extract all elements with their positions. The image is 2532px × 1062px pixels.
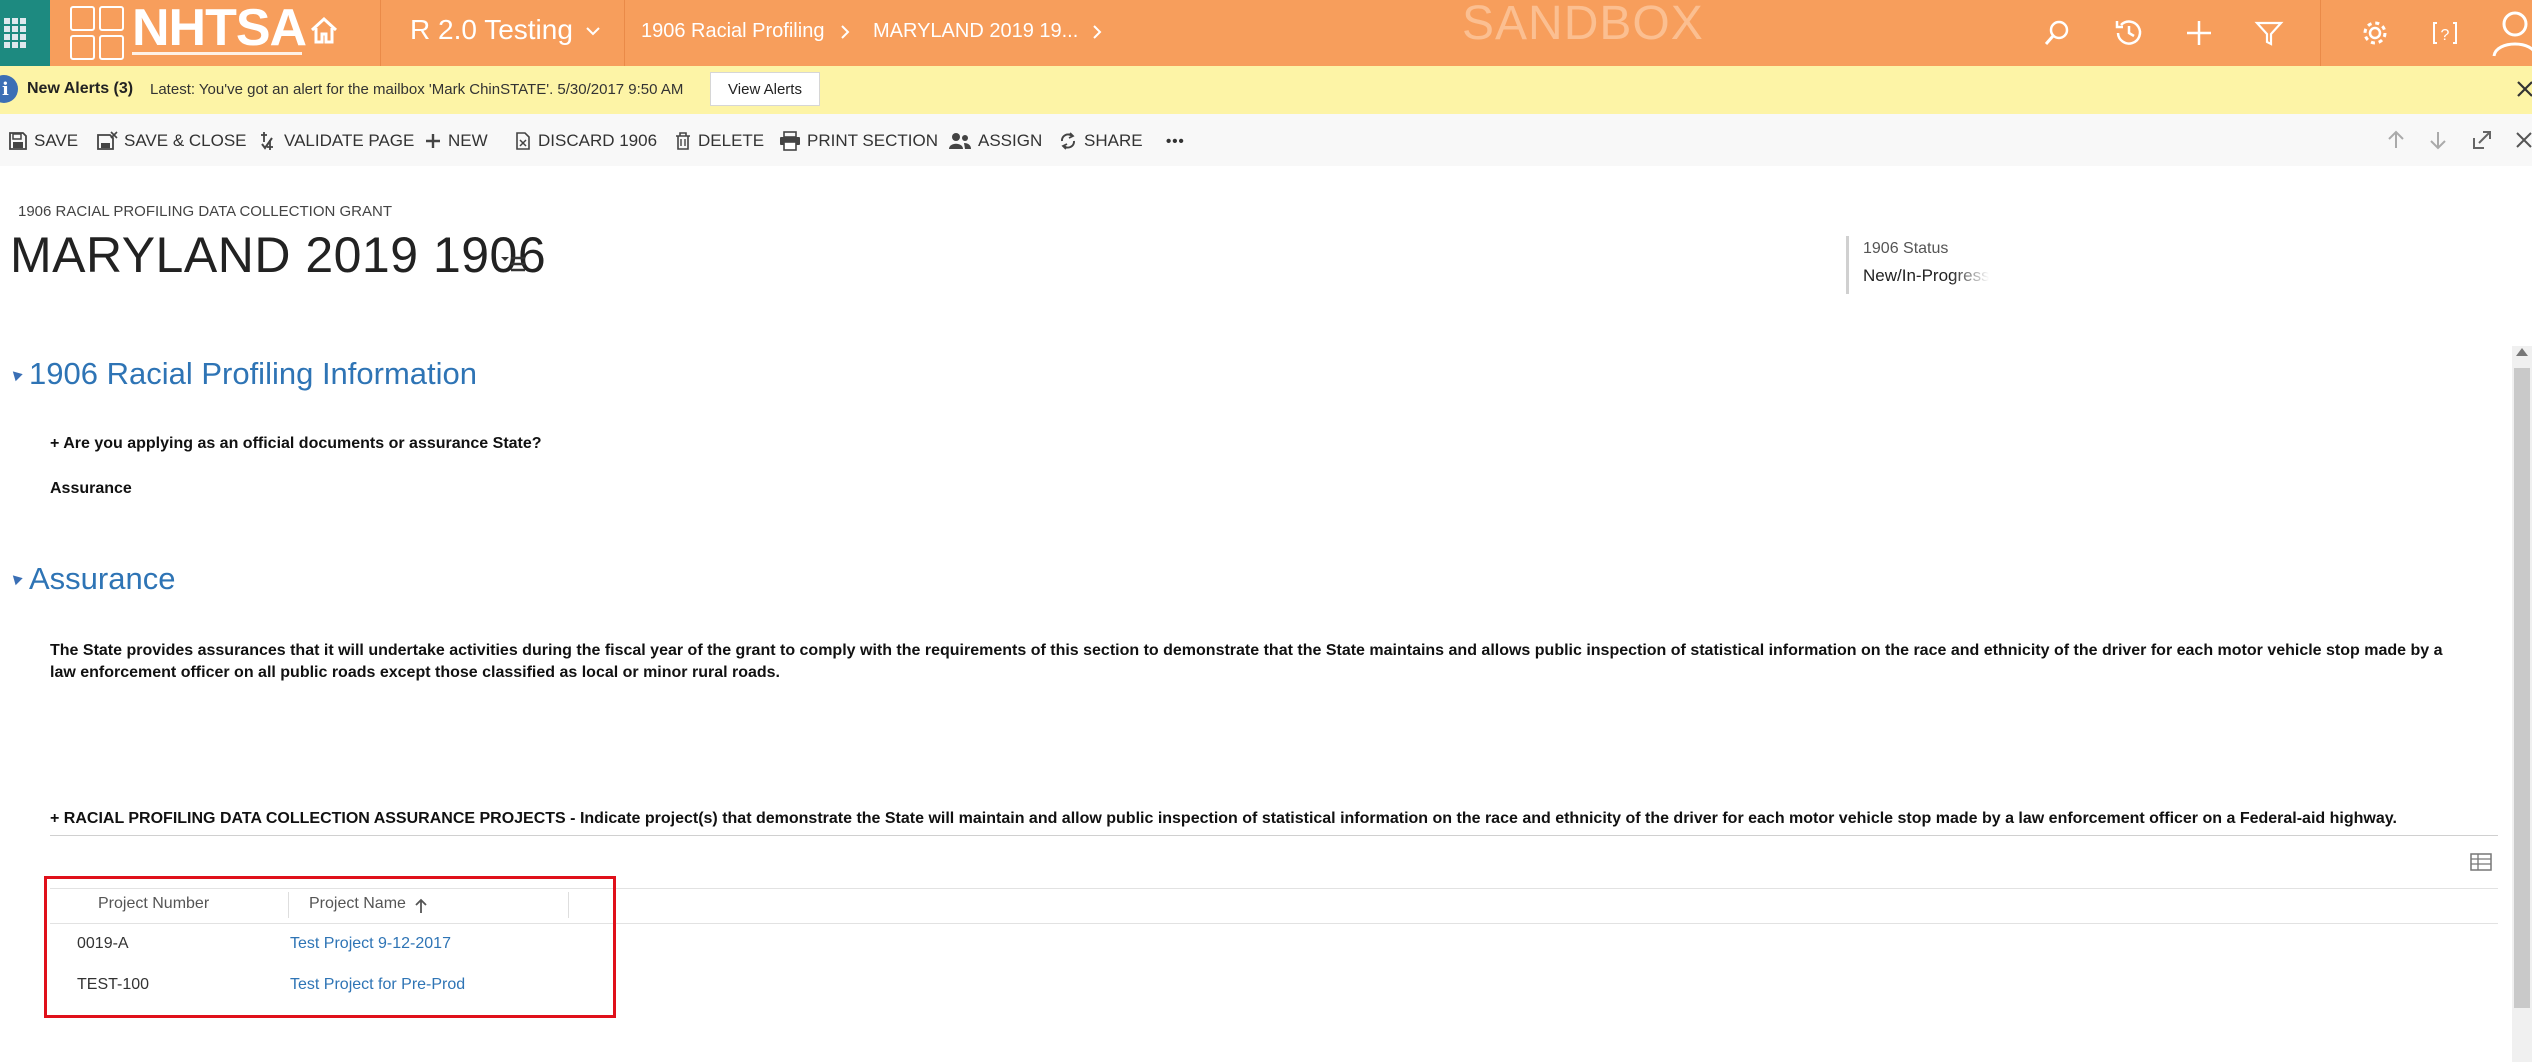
- close-icon[interactable]: [2512, 76, 2532, 102]
- discard-button[interactable]: DISCARD 1906: [514, 128, 657, 154]
- scrollbar-thumb[interactable]: [2514, 368, 2530, 1008]
- chevron-down-icon[interactable]: [584, 22, 602, 40]
- alert-title: New Alerts (3): [27, 80, 134, 97]
- share-label: SHARE: [1084, 131, 1143, 150]
- assign-label: ASSIGN: [978, 131, 1043, 150]
- assign-button[interactable]: ASSIGN: [948, 128, 1042, 154]
- share-button[interactable]: SHARE: [1058, 128, 1143, 154]
- environment-watermark: SANDBOX: [1462, 0, 1704, 50]
- search-icon[interactable]: [2040, 16, 2074, 50]
- nhtsa-logo[interactable]: NHTSA: [68, 2, 307, 62]
- delete-button[interactable]: DELETE: [674, 128, 764, 154]
- gear-icon[interactable]: [2358, 16, 2392, 50]
- share-icon: [1061, 132, 1075, 150]
- section-title-racial-profiling: 1906 Racial Profiling Information: [29, 356, 478, 391]
- grid-divider: [50, 835, 2498, 836]
- app-name[interactable]: R 2.0 Testing: [410, 14, 573, 46]
- save-close-label: SAVE & CLOSE: [124, 131, 247, 150]
- help-icon[interactable]: ?: [2428, 16, 2462, 50]
- nav-divider: [380, 0, 381, 66]
- svg-text:?: ?: [2441, 27, 2450, 44]
- user-avatar-icon[interactable]: [2490, 4, 2532, 60]
- section-collapse-icon[interactable]: [9, 367, 23, 382]
- logo-text: NHTSA: [132, 0, 307, 57]
- chevron-right-icon: [841, 25, 850, 39]
- trash-icon: [676, 132, 690, 150]
- question-answer[interactable]: Assurance: [50, 480, 132, 498]
- chevron-right-icon[interactable]: [1090, 22, 1104, 42]
- page-title: MARYLAND 2019 1906: [10, 227, 547, 283]
- history-icon[interactable]: [2112, 16, 2146, 50]
- logo-tagline-bar: [132, 52, 302, 55]
- delete-label: DELETE: [698, 131, 765, 150]
- close-icon[interactable]: [2512, 128, 2532, 152]
- validate-page-button[interactable]: VALIDATE PAGE: [258, 128, 414, 154]
- info-icon: i: [0, 75, 18, 103]
- entity-type-label: 1906 RACIAL PROFILING DATA COLLECTION GR…: [18, 203, 392, 220]
- save-close-icon: [97, 131, 118, 150]
- save-label: SAVE: [34, 131, 79, 150]
- view-alerts-button[interactable]: View Alerts: [710, 72, 820, 106]
- more-commands-button[interactable]: •••: [1166, 128, 1185, 154]
- arrow-up-icon[interactable]: [2384, 128, 2408, 152]
- home-icon[interactable]: [308, 14, 340, 46]
- command-bar: SAVE SAVE & CLOSE VALIDATE PAGE NEW DISC…: [0, 114, 2532, 166]
- validate-icon: [261, 132, 273, 150]
- save-button[interactable]: SAVE: [8, 128, 78, 154]
- projects-grid-label: + RACIAL PROFILING DATA COLLECTION ASSUR…: [50, 810, 2397, 827]
- scroll-up-arrow-icon[interactable]: [2516, 348, 2528, 356]
- nav-divider: [624, 0, 625, 66]
- new-button[interactable]: NEW: [424, 128, 488, 154]
- filter-icon[interactable]: [2252, 16, 2286, 50]
- app-launcher-icon: [4, 18, 26, 48]
- new-label: NEW: [448, 131, 488, 150]
- discard-label: DISCARD 1906: [538, 131, 658, 150]
- app-launcher-button[interactable]: [0, 0, 50, 66]
- status-label: 1906 Status: [1863, 240, 1949, 257]
- plus-icon[interactable]: [2182, 16, 2216, 50]
- assurance-statement: The State provides assurances that it wi…: [50, 642, 2443, 681]
- save-and-close-button[interactable]: SAVE & CLOSE: [96, 128, 247, 154]
- alert-message: Latest: You've got an alert for the mail…: [150, 81, 684, 98]
- document-discard-icon: [516, 132, 530, 150]
- form-selector-icon[interactable]: [500, 252, 526, 274]
- save-icon: [9, 132, 27, 150]
- logo-emblem: [70, 6, 124, 60]
- section-collapse-icon[interactable]: [9, 571, 23, 586]
- top-navigation-bar: NHTSA R 2.0 Testing 1906 Racial Profilin…: [0, 0, 2532, 66]
- breadcrumb-area[interactable]: 1906 Racial Profiling: [641, 20, 824, 43]
- annotation-highlight-box: [44, 876, 616, 1018]
- breadcrumb-record[interactable]: MARYLAND 2019 19...: [873, 20, 1078, 43]
- section-title-assurance: Assurance: [29, 561, 176, 596]
- question-label: + Are you applying as an official docume…: [50, 435, 542, 452]
- assign-users-icon: [949, 133, 971, 149]
- arrow-down-icon[interactable]: [2426, 128, 2450, 152]
- validate-label: VALIDATE PAGE: [284, 131, 415, 150]
- pop-out-icon[interactable]: [2470, 128, 2494, 152]
- print-section-button[interactable]: PRINT SECTION: [779, 128, 938, 154]
- nav-divider: [2320, 0, 2321, 66]
- status-value: New/In-Progress: [1863, 266, 1989, 285]
- printer-icon: [780, 131, 800, 151]
- plus-icon: [426, 134, 440, 148]
- header-status-field: 1906 Status New/In-Progress: [1846, 236, 1989, 294]
- print-label: PRINT SECTION: [807, 131, 938, 150]
- grid-view-selector-icon[interactable]: [2470, 852, 2492, 872]
- notification-bar: i New Alerts (3) Latest: You've got an a…: [0, 66, 2532, 115]
